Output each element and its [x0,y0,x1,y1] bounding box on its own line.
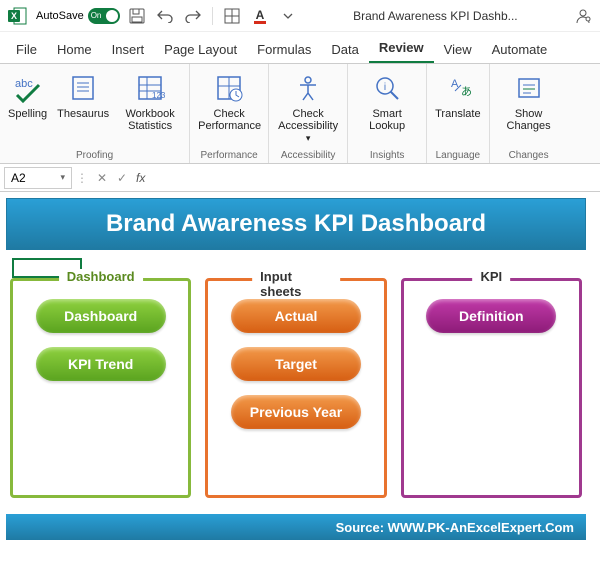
user-account-icon[interactable] [572,5,594,27]
svg-text:123: 123 [152,91,165,100]
group-insights-label: Insights [370,148,404,161]
tab-view[interactable]: View [434,36,482,63]
name-box-value: A2 [11,171,26,185]
svg-text:i: i [384,82,386,93]
svg-text:あ: あ [461,85,472,98]
name-box[interactable]: A2 ▾ [4,167,72,189]
translate-icon: Aあ [440,70,476,106]
autosave-state: On [91,11,102,20]
panel-input-sheets: Input sheets Actual Target Previous Year [205,278,386,498]
spelling-icon: abc [10,70,46,106]
smart-lookup-button[interactable]: i Smart Lookup [354,68,420,134]
kpi-trend-button[interactable]: KPI Trend [36,347,166,381]
group-changes-label: Changes [509,148,549,161]
spelling-label: Spelling [8,108,47,120]
tab-insert[interactable]: Insert [102,36,155,63]
smart-lookup-label: Smart Lookup [356,108,418,132]
thesaurus-label: Thesaurus [57,108,109,120]
dashboard-button[interactable]: Dashboard [36,299,166,333]
group-language-label: Language [436,148,481,161]
autosave-label: AutoSave [36,10,84,22]
previous-year-button[interactable]: Previous Year [231,395,361,429]
redo-icon[interactable] [182,5,204,27]
formula-bar-separator: ⋮ [76,171,88,185]
cancel-formula-icon[interactable]: ✕ [92,171,112,185]
show-changes-label: Show Changes [498,108,560,132]
chevron-down-icon: ▾ [60,172,65,183]
qat-separator [212,7,213,25]
translate-label: Translate [435,108,480,120]
tab-data[interactable]: Data [321,36,368,63]
source-bar: Source: WWW.PK-AnExcelExpert.Com [6,514,586,540]
thesaurus-button[interactable]: Thesaurus [55,68,111,122]
workbook-stats-icon: 123 [132,70,168,106]
workbook-stats-label: Workbook Statistics [119,108,181,132]
panel-kpi-title: KPI [472,269,510,284]
group-accessibility-label: Accessibility [281,148,335,161]
tab-automate[interactable]: Automate [482,36,558,63]
font-color-icon[interactable]: A [249,5,271,27]
check-accessibility-button[interactable]: Check Accessibility ▾ [275,68,341,146]
chevron-down-icon: ▾ [306,133,311,143]
target-button[interactable]: Target [231,347,361,381]
save-icon[interactable] [126,5,148,27]
formula-input[interactable] [149,167,600,189]
show-changes-button[interactable]: Show Changes [496,68,562,134]
svg-text:abc: abc [15,78,33,90]
undo-icon[interactable] [154,5,176,27]
tab-page-layout[interactable]: Page Layout [154,36,247,63]
excel-logo-icon: X [6,4,30,28]
tab-file[interactable]: File [6,36,47,63]
show-changes-icon [511,70,547,106]
check-acc-label: Check Accessibility ▾ [277,108,339,144]
borders-icon[interactable] [221,5,243,27]
svg-text:A: A [255,8,264,22]
spelling-button[interactable]: abc Spelling [6,68,49,122]
tab-review[interactable]: Review [369,34,434,63]
smart-lookup-icon: i [369,70,405,106]
check-perf-label: Check Performance [198,108,260,132]
thesaurus-icon [65,70,101,106]
workbook-statistics-button[interactable]: 123 Workbook Statistics [117,68,183,134]
qat-more-icon[interactable] [277,5,299,27]
fx-icon[interactable]: fx [132,171,149,185]
check-performance-button[interactable]: Check Performance [196,68,262,134]
tab-home[interactable]: Home [47,36,102,63]
tab-formulas[interactable]: Formulas [247,36,321,63]
svg-text:X: X [11,11,17,21]
accessibility-icon [290,70,326,106]
enter-formula-icon[interactable]: ✓ [112,171,132,185]
translate-button[interactable]: Aあ Translate [433,68,482,122]
actual-button[interactable]: Actual [231,299,361,333]
panel-kpi: KPI Definition [401,278,582,498]
toggle-knob-icon [106,10,118,22]
group-proofing-label: Proofing [76,148,113,161]
panel-dashboard-title: Dashboard [59,269,143,284]
panel-dashboard: Dashboard Dashboard KPI Trend [10,278,191,498]
autosave-toggle[interactable]: On [88,8,120,24]
group-performance-label: Performance [201,148,258,161]
definition-button[interactable]: Definition [426,299,556,333]
dashboard-title: Brand Awareness KPI Dashboard [6,198,586,250]
check-performance-icon [211,70,247,106]
window-title: Brand Awareness KPI Dashb... [305,9,566,23]
panel-inputs-title: Input sheets [252,269,340,299]
